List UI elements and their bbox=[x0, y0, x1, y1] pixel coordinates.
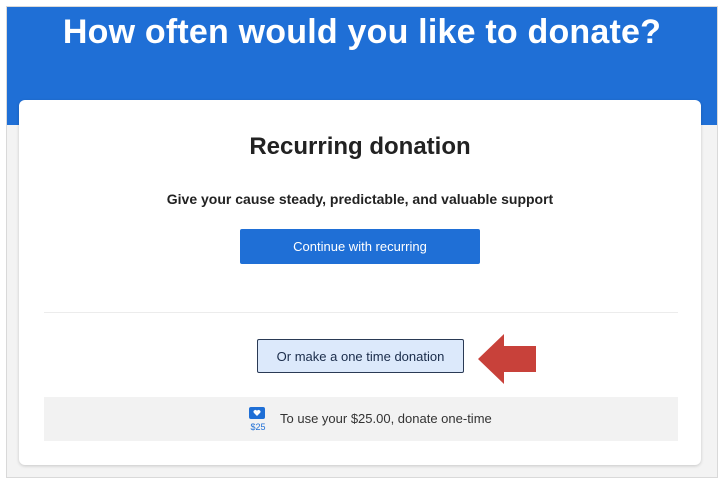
card-title: Recurring donation bbox=[249, 133, 471, 160]
left-arrow-icon bbox=[478, 334, 536, 384]
divider bbox=[44, 312, 678, 313]
one-time-donation-button[interactable]: Or make a one time donation bbox=[257, 339, 464, 373]
card-subtitle: Give your cause steady, predictable, and… bbox=[166, 191, 554, 207]
continue-recurring-button[interactable]: Continue with recurring bbox=[240, 229, 480, 264]
recurring-donation-card: Recurring donation Give your cause stead… bbox=[19, 100, 701, 465]
wallet-info-bar: $25 To use your $25.00, donate one-time bbox=[44, 397, 678, 441]
wallet-badge: $25 bbox=[247, 407, 267, 437]
page-title: How often would you like to donate? bbox=[62, 13, 662, 51]
wallet-heart-icon bbox=[249, 407, 265, 419]
wallet-info-text: To use your $25.00, donate one-time bbox=[280, 411, 492, 426]
wallet-amount: $25 bbox=[250, 422, 266, 432]
page-frame: How often would you like to donate? Recu… bbox=[6, 6, 718, 478]
